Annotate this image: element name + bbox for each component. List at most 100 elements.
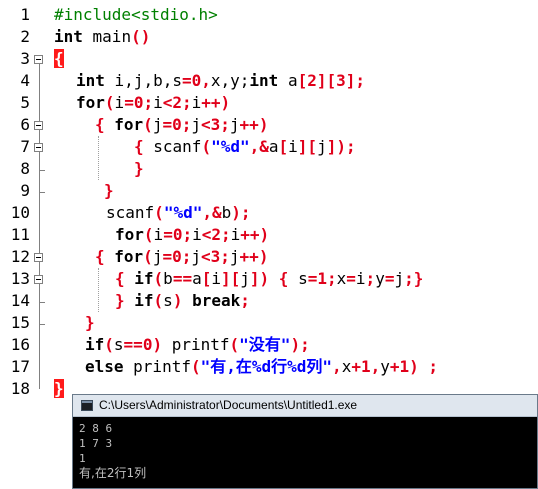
code-line-4: int i,j,b,s=0,x,y;int a[2][3];	[76, 70, 365, 92]
token: <2;	[201, 225, 231, 244]
token: if	[134, 291, 154, 310]
code-line-16: if(s==0) printf("没有");	[85, 334, 310, 356]
line-number: 18	[10, 379, 30, 398]
token: i	[230, 225, 241, 244]
token: {	[95, 247, 115, 266]
console-window[interactable]: C:\Users\Administrator\Documents\Untitle…	[72, 394, 538, 489]
token: for	[76, 93, 105, 112]
code-line-6: { for(j=0;j<3;j++)	[95, 114, 268, 136]
line-number: 15	[10, 313, 30, 332]
token: ;}	[404, 269, 424, 288]
token: "有,在%d行%d列"	[200, 357, 333, 376]
token: x,y;	[210, 71, 250, 90]
token: (	[143, 247, 153, 266]
token: main	[82, 27, 132, 46]
token: (	[153, 291, 164, 310]
token: if	[134, 269, 154, 288]
token: y	[375, 269, 385, 288]
brace-highlight: {	[54, 49, 64, 68]
line-number: 7	[20, 137, 30, 156]
line-number: 13	[10, 269, 30, 288]
token: i	[211, 269, 221, 288]
token: =	[346, 269, 356, 288]
token: =0;	[162, 115, 192, 134]
console-line: 有,在2行1列	[79, 466, 147, 480]
token: (	[229, 335, 240, 354]
token: int	[76, 71, 105, 90]
code-line-10: scanf("%d",&b);	[106, 202, 251, 224]
console-output: 2 8 6 1 7 3 1 有,在2行1列	[79, 421, 146, 481]
fold-collapse-icon[interactable]	[34, 253, 43, 262]
fold-collapse-icon[interactable]	[34, 143, 43, 152]
token: (	[190, 357, 201, 376]
token: b	[221, 203, 232, 222]
token: =0,	[181, 71, 211, 90]
console-app-icon	[81, 400, 93, 411]
console-line: 2 8 6	[79, 422, 113, 435]
token: x	[341, 357, 352, 376]
code-line-15: }	[85, 312, 95, 334]
token: printf	[171, 335, 230, 354]
fold-collapse-icon[interactable]	[34, 55, 43, 64]
token: x	[336, 269, 347, 288]
brace-highlight: }	[54, 379, 64, 398]
token: j	[191, 247, 201, 266]
code-line-11: for(i=0;i<2;i++)	[115, 224, 269, 246]
line-number: 5	[20, 93, 30, 112]
token: i	[114, 93, 125, 112]
token: );	[231, 203, 251, 222]
token: (	[143, 115, 153, 134]
token: ()	[131, 27, 151, 46]
line-number: 17	[10, 357, 30, 376]
token: "%d"	[163, 203, 203, 222]
token: }	[104, 181, 114, 200]
token: a	[268, 137, 279, 156]
token: <3;	[201, 247, 230, 266]
token: ,&	[249, 137, 269, 156]
line-number: 6	[20, 115, 30, 134]
token: =0;	[163, 225, 193, 244]
token: i	[191, 93, 202, 112]
token: "%d"	[211, 137, 250, 156]
token: int	[54, 27, 83, 46]
fold-collapse-icon[interactable]	[34, 121, 43, 130]
token: else	[85, 357, 124, 376]
token: ,	[332, 357, 342, 376]
code-line-3: {	[54, 48, 64, 70]
token: for	[114, 247, 144, 266]
token: ++)	[239, 115, 269, 134]
token: scanf	[106, 203, 155, 222]
code-line-14: } if(s) break;	[115, 290, 250, 312]
code-line-5: for(i=0;i<2;i++)	[76, 92, 230, 114]
token: ]);	[326, 137, 356, 156]
token: s	[298, 269, 308, 288]
token: ;	[240, 291, 250, 310]
token: ][	[297, 137, 318, 156]
console-title: C:\Users\Administrator\Documents\Untitle…	[99, 398, 358, 412]
token: i	[192, 225, 202, 244]
code-line-2: int main()	[54, 26, 150, 48]
token: ,&	[202, 203, 222, 222]
token: }	[134, 159, 144, 178]
token: {	[115, 269, 135, 288]
token: s	[163, 291, 173, 310]
code-line-8: }	[134, 158, 144, 180]
token: {	[134, 137, 154, 156]
token: );	[290, 335, 310, 354]
line-number: 16	[10, 335, 30, 354]
line-number: 14	[10, 291, 30, 310]
console-title-bar[interactable]: C:\Users\Administrator\Documents\Untitle…	[73, 395, 537, 417]
code-line-7: { scanf("%d",&a[i][j]);	[134, 136, 356, 158]
line-number: 12	[10, 247, 30, 266]
token: j	[240, 269, 250, 288]
fold-end-marker	[39, 302, 45, 303]
code-line-12: { for(j=0;j<3;j++)	[95, 246, 268, 268]
fold-collapse-icon[interactable]	[34, 275, 43, 284]
line-number: 10	[10, 203, 30, 222]
console-line: 1	[79, 452, 86, 465]
token: {	[95, 115, 115, 134]
token: scanf	[153, 137, 202, 156]
token: [	[201, 269, 212, 288]
line-number: 1	[20, 5, 30, 24]
token: =0;	[124, 93, 154, 112]
